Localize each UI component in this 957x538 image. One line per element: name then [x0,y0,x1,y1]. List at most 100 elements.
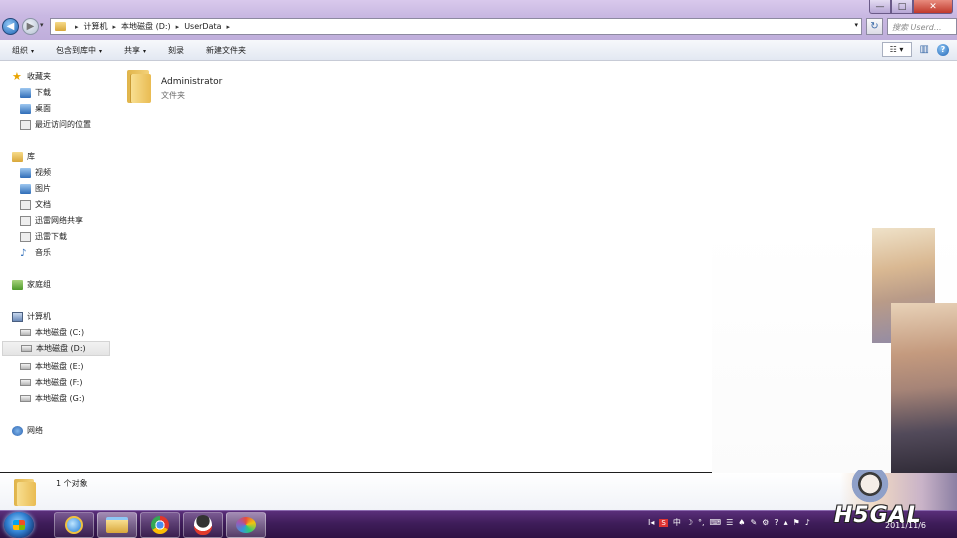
nav-xunlei-share[interactable]: 迅雷网络共享 [20,213,83,228]
breadcrumb-drive-d[interactable]: 本地磁盘 (D:) [121,21,171,32]
nav-label: 本地磁盘 (F:) [35,378,83,387]
nav-downloads[interactable]: 下载 [20,85,51,100]
nav-documents[interactable]: 文档 [20,197,51,212]
nav-desktop[interactable]: 桌面 [20,101,51,116]
nav-network[interactable]: 网络 [12,423,43,438]
windows-logo-icon [13,520,25,530]
folder-front [17,482,36,506]
volume-icon[interactable]: ♪ [805,518,810,527]
search-input[interactable]: 搜索 Userd... [887,18,957,35]
breadcrumb-separator[interactable]: ▸ [75,23,79,31]
nav-videos[interactable]: 视频 [20,165,51,180]
burn-button[interactable]: 刻录 [168,45,184,56]
folder-item-administrator[interactable]: Administrator 文件夹 [125,67,245,107]
address-dropdown-button[interactable]: ▾ [854,21,858,29]
nav-label: 桌面 [35,104,51,113]
nav-favorites[interactable]: ★ 收藏夹 [12,69,51,84]
forward-button[interactable]: ▶ [22,18,39,35]
address-bar[interactable]: ▸ 计算机 ▸ 本地磁盘 (D:) ▸ UserData ▸ ▾ [50,18,862,35]
start-button[interactable] [4,512,34,538]
nav-label: 网络 [27,426,43,435]
nav-drive-e[interactable]: 本地磁盘 (E:) [20,359,84,374]
settings-icon[interactable]: ⚙ [762,518,769,527]
show-hidden-icons-icon[interactable]: ▴ [784,518,788,527]
toolbar-right-group: ☷ ▾ ▥ ? [881,42,949,57]
navigation-pane: ★ 收藏夹 下载 桌面 最近访问的位置 库 视频 图片 文档 迅雷网络共享 迅雷下… [0,62,113,472]
download-folder-icon [20,231,31,242]
shared-folder-icon [20,215,31,226]
share-label: 共享 [124,45,141,55]
taskbar-chrome[interactable] [140,512,180,538]
recent-pages-dropdown[interactable]: ▾ [40,21,44,29]
refresh-button[interactable]: ↻ [866,18,883,35]
breadcrumb-userdata[interactable]: UserData [184,22,221,31]
ime-icon[interactable]: S [659,518,668,527]
qq-icon [194,515,212,535]
back-button[interactable]: ◀ [2,18,19,35]
item-count: 1 个对象 [56,479,88,488]
chevron-down-icon: ▾ [143,47,147,55]
breadcrumb-separator[interactable]: ▸ [227,23,231,31]
punctuation-icon[interactable]: °, [698,518,705,527]
breadcrumb-separator[interactable]: ▸ [176,23,180,31]
maximize-button[interactable]: □ [891,0,913,14]
nav-label: 音乐 [35,248,51,257]
change-view-button[interactable]: ☷ ▾ [881,42,912,57]
folder-icon [55,22,66,31]
menu-icon[interactable]: ☰ [726,518,733,527]
nav-pictures[interactable]: 图片 [20,181,51,196]
homegroup-icon [12,279,23,290]
pen-icon[interactable]: ✎ [750,518,757,527]
nav-label: 下载 [35,88,51,97]
new-folder-label: 新建文件夹 [206,45,247,55]
taskbar-explorer[interactable] [97,512,137,538]
chevron-down-icon: ▾ [31,47,35,55]
nav-label: 迅雷下载 [35,232,67,241]
video-library-icon [20,167,31,178]
nav-label: 文档 [35,200,51,209]
burn-label: 刻录 [168,45,185,55]
music-note-icon: ♪ [20,247,27,259]
help-icon[interactable]: ? [774,518,778,527]
preview-pane-icon[interactable]: ▥ [920,44,929,55]
language-bar-icon[interactable]: I◂ [648,518,654,527]
nav-drive-f[interactable]: 本地磁盘 (F:) [20,375,82,390]
nav-drive-g[interactable]: 本地磁盘 (G:) [20,391,85,406]
breadcrumb-separator[interactable]: ▸ [113,23,117,31]
new-folder-button[interactable]: 新建文件夹 [206,45,246,56]
nav-drive-c[interactable]: 本地磁盘 (C:) [20,325,84,340]
nav-drive-d[interactable]: 本地磁盘 (D:) [2,341,110,356]
include-in-library-menu[interactable]: 包含到库中 ▾ [56,45,102,56]
minimize-button[interactable]: — [869,0,891,14]
close-button[interactable]: ✕ [913,0,953,14]
chevron-down-icon: ▾ [99,47,103,55]
taskbar-qq[interactable] [183,512,223,538]
star-icon: ★ [12,70,22,83]
nav-label: 计算机 [27,312,51,321]
organize-menu[interactable]: 组织 ▾ [12,45,34,56]
skin-icon[interactable]: ♠ [738,518,745,527]
nav-label: 本地磁盘 (E:) [35,362,84,371]
share-menu[interactable]: 共享 ▾ [124,45,146,56]
nav-label: 图片 [35,184,51,193]
help-icon[interactable]: ? [937,43,949,56]
taskbar-paint[interactable] [226,512,266,538]
action-center-icon[interactable]: ⚑ [793,518,800,527]
hard-drive-icon [21,345,32,352]
nav-label: 收藏夹 [27,72,51,81]
nav-music[interactable]: ♪ 音乐 [20,245,51,260]
nav-label: 家庭组 [27,280,51,289]
hard-drive-icon [20,395,31,402]
moon-icon[interactable]: ☽ [686,518,693,527]
nav-computer[interactable]: 计算机 [12,309,51,324]
keyboard-icon[interactable]: ⌨ [710,518,722,527]
ime-mode-icon[interactable]: 中 [673,517,681,528]
taskbar-clock[interactable]: 2011/11/6 [885,520,926,531]
nav-xunlei-downloads[interactable]: 迅雷下载 [20,229,67,244]
nav-label: 本地磁盘 (G:) [35,394,85,403]
nav-libraries[interactable]: 库 [12,149,35,164]
taskbar-ie[interactable] [54,512,94,538]
nav-recent-places[interactable]: 最近访问的位置 [20,117,91,132]
nav-homegroup[interactable]: 家庭组 [12,277,51,292]
breadcrumb-computer[interactable]: 计算机 [84,21,108,32]
